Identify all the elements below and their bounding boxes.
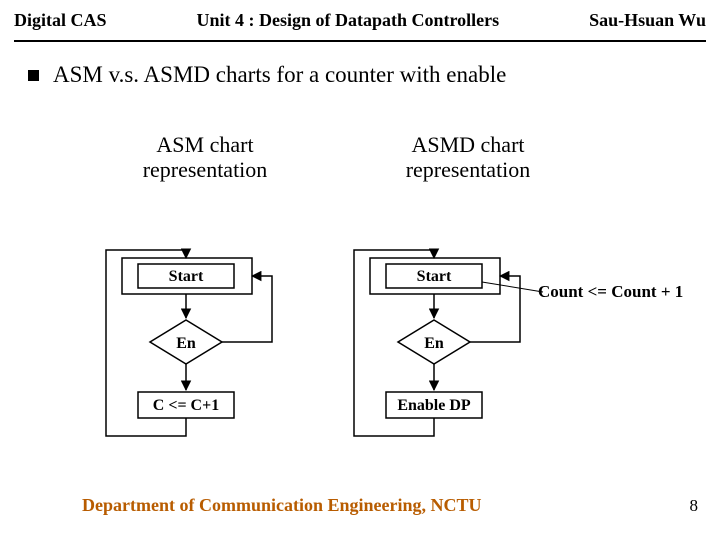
asmd-state-label: Start — [417, 268, 452, 285]
asmd-action-label: Enable DP — [397, 397, 471, 414]
bullet-square-icon — [28, 70, 39, 81]
asmd-heading: ASMD chart representation — [368, 132, 568, 183]
asmd-diagram: Start En Enable DP — [348, 240, 568, 460]
footer-text: Department of Communication Engineering,… — [82, 495, 481, 516]
asm-heading-l1: ASM chart — [110, 132, 300, 157]
asm-action-label: C <= C+1 — [153, 397, 219, 414]
asmd-annotation-leader — [482, 282, 543, 292]
asm-diagram: Start En C <= C+1 — [100, 240, 300, 460]
annotation-text: Count <= Count + 1 — [538, 282, 683, 302]
asmd-heading-l2: representation — [368, 157, 568, 182]
page-number: 8 — [690, 496, 699, 516]
asmd-heading-l1: ASMD chart — [368, 132, 568, 157]
bullet-text: ASM v.s. ASMD charts for a counter with … — [53, 62, 506, 88]
asm-heading-l2: representation — [110, 157, 300, 182]
asm-decision-label: En — [176, 335, 196, 352]
asm-heading: ASM chart representation — [110, 132, 300, 183]
hdr-right: Sau-Hsuan Wu — [589, 10, 706, 31]
hdr-center: Unit 4 : Design of Datapath Controllers — [196, 10, 499, 31]
bullet-row: ASM v.s. ASMD charts for a counter with … — [28, 62, 506, 88]
asm-state-label: Start — [169, 268, 204, 285]
asmd-decision-label: En — [424, 335, 444, 352]
hdr-left: Digital CAS — [14, 10, 107, 31]
hdr-rule — [14, 40, 706, 42]
